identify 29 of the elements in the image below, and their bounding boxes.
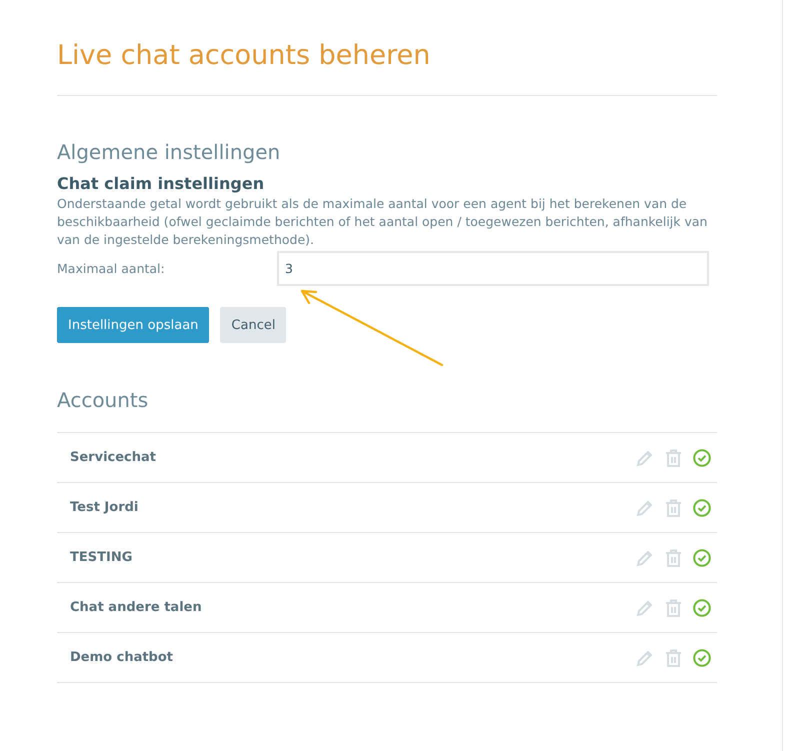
section-heading: Algemene instellingen bbox=[57, 140, 282, 164]
account-name: TESTING bbox=[70, 550, 134, 565]
edit-icon[interactable] bbox=[636, 598, 654, 616]
edit-icon[interactable] bbox=[636, 548, 654, 566]
subsection-heading: Chat claim instellingen bbox=[57, 174, 266, 193]
check-circle-icon[interactable] bbox=[693, 598, 711, 616]
field-label: Maximaal aantal: bbox=[57, 261, 166, 276]
edit-icon[interactable] bbox=[636, 648, 654, 666]
account-name: Demo chatbot bbox=[70, 650, 174, 665]
account-name: Test Jordi bbox=[70, 500, 140, 515]
trash-icon[interactable] bbox=[665, 598, 682, 616]
page-title: Live chat accounts beheren bbox=[57, 40, 717, 96]
check-circle-icon[interactable] bbox=[693, 548, 711, 566]
edit-icon[interactable] bbox=[636, 498, 654, 516]
description-text: Onderstaande getal wordt gebruikt als de maximale aantal voor een agent bij het berekenen van de beschikbaarheid (ofwel geclaimde berichten of het aantal open / toegewezen berichten, afhankelijk van van de ingestelde berekeningsmethode). bbox=[57, 195, 708, 249]
check-circle-icon[interactable] bbox=[693, 498, 711, 516]
input-field[interactable]: 3 bbox=[277, 251, 709, 286]
section-heading: Accounts bbox=[57, 388, 150, 412]
cancel-button[interactable]: Cancel bbox=[220, 307, 286, 343]
check-circle-icon[interactable] bbox=[693, 648, 711, 666]
trash-icon[interactable] bbox=[665, 648, 682, 666]
check-circle-icon[interactable] bbox=[693, 448, 711, 466]
trash-icon[interactable] bbox=[665, 498, 682, 516]
edit-icon[interactable] bbox=[636, 448, 654, 466]
account-name: Chat andere talen bbox=[70, 600, 203, 615]
trash-icon[interactable] bbox=[665, 448, 682, 466]
account-name: Servicechat bbox=[70, 450, 157, 465]
trash-icon[interactable] bbox=[665, 548, 682, 566]
save-button[interactable]: Instellingen opslaan bbox=[57, 307, 210, 343]
